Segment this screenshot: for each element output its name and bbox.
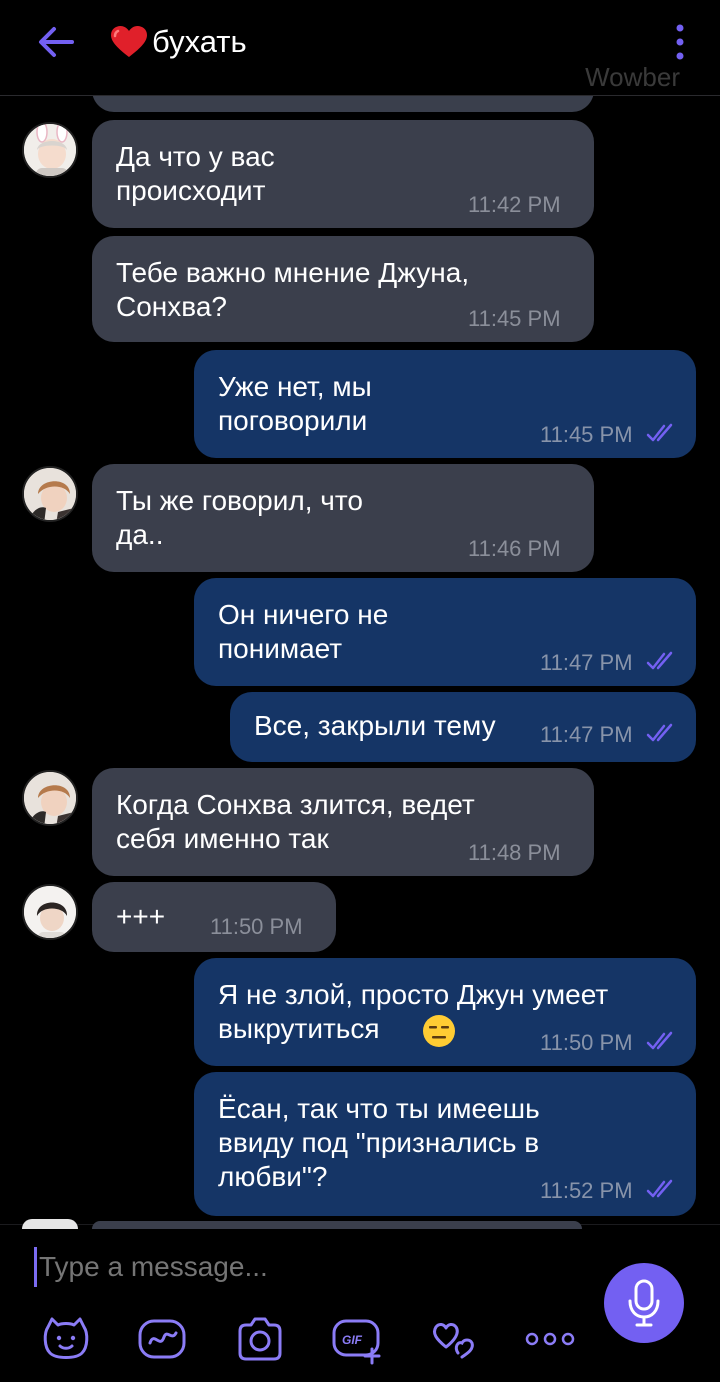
message-bubble[interactable]: +++ 11:50 PM [92,882,336,952]
message-text: Ты же говорил, что да.. [116,485,363,550]
message-bubble[interactable]: Ёсан, так что ты имеешь ввиду под "призн… [194,1072,696,1216]
watermark: Wowber [585,62,680,92]
message-time: 11:50 PM [210,914,303,939]
microphone-icon [628,1279,660,1327]
read-checkmarks-icon [646,1031,673,1050]
back-arrow-icon[interactable] [34,22,76,62]
message-text: Он ничего не понимает [218,599,389,664]
message-bubble[interactable]: Тебе важно мнение Джуна, Сонхва? 11:45 P… [92,236,594,342]
avatar-bunny-ears-icon [24,124,76,176]
message-text: Ёсан, так что ты имеешь ввиду под "призн… [218,1093,540,1192]
more-icon[interactable] [524,1313,576,1365]
message-time: 11:47 PM [540,650,633,675]
read-checkmarks-icon [646,1179,673,1198]
message-bubble[interactable]: Когда Сонхва злится, ведет себя именно т… [92,768,594,876]
previous-message-bubble [92,96,594,112]
avatar[interactable] [22,884,78,940]
message-text: Да что у вас происходит [116,141,275,206]
avatar[interactable] [22,122,78,178]
message-text: Уже нет, мы поговорили [218,371,372,436]
hearts-icon[interactable] [428,1313,480,1365]
avatar[interactable] [22,466,78,522]
red-heart-icon [110,25,148,59]
message-time: 11:45 PM [540,422,633,447]
next-message-bubble [92,1221,582,1229]
message-text: Тебе важно мнение Джуна, Сонхва? [116,257,470,322]
message-list[interactable]: Да что у вас происходит 11:42 PM Тебе ва… [0,96,720,1224]
read-checkmarks-icon [646,723,673,742]
microphone-button[interactable] [604,1263,684,1343]
chat-header: бухать Wowber [0,0,720,96]
message-time: 11:46 PM [468,536,561,561]
avatar[interactable] [22,770,78,826]
composer-toolbar: GIF [40,1313,580,1365]
message-composer: GIF [0,1219,720,1382]
chat-title[interactable]: бухать [110,24,247,60]
avatar-brown-hair-icon [24,772,76,824]
read-checkmarks-icon [646,423,673,442]
sticker-icon[interactable] [40,1313,92,1365]
chat-title-text: бухать [152,24,247,59]
message-bubble[interactable]: Уже нет, мы поговорили 11:45 PM [194,350,696,458]
next-avatar [22,1219,78,1229]
avatar-dark-hair-icon [24,886,76,938]
doodle-icon[interactable] [136,1313,188,1365]
message-time: 11:47 PM [540,722,633,747]
message-time: 11:42 PM [468,192,561,217]
message-text: Все, закрыли тему [254,710,496,741]
message-input[interactable] [34,1247,574,1287]
message-time: 11:48 PM [468,840,561,865]
read-checkmarks-icon [646,651,673,670]
message-time: 11:45 PM [468,306,561,331]
message-text: +++ [116,901,166,932]
message-text: Когда Сонхва злится, ведет себя именно т… [116,789,475,854]
message-bubble[interactable]: Да что у вас происходит 11:42 PM [92,120,594,228]
camera-icon[interactable] [234,1313,286,1365]
svg-text:GIF: GIF [342,1333,363,1347]
message-bubble[interactable]: Все, закрыли тему 11:47 PM [230,692,696,762]
message-bubble[interactable]: Он ничего не понимает 11:47 PM [194,578,696,686]
message-time: 11:50 PM [540,1030,633,1055]
expressionless-face-emoji [423,1015,455,1047]
more-vertical-icon[interactable] [670,22,690,62]
message-bubble[interactable]: Ты же говорил, что да.. 11:46 PM [92,464,594,572]
message-bubble[interactable]: Я не злой, просто Джун умеет выкрутиться… [194,958,696,1066]
gif-icon[interactable]: GIF [330,1313,382,1365]
avatar-brown-hair-icon [24,468,76,520]
message-time: 11:52 PM [540,1178,633,1203]
